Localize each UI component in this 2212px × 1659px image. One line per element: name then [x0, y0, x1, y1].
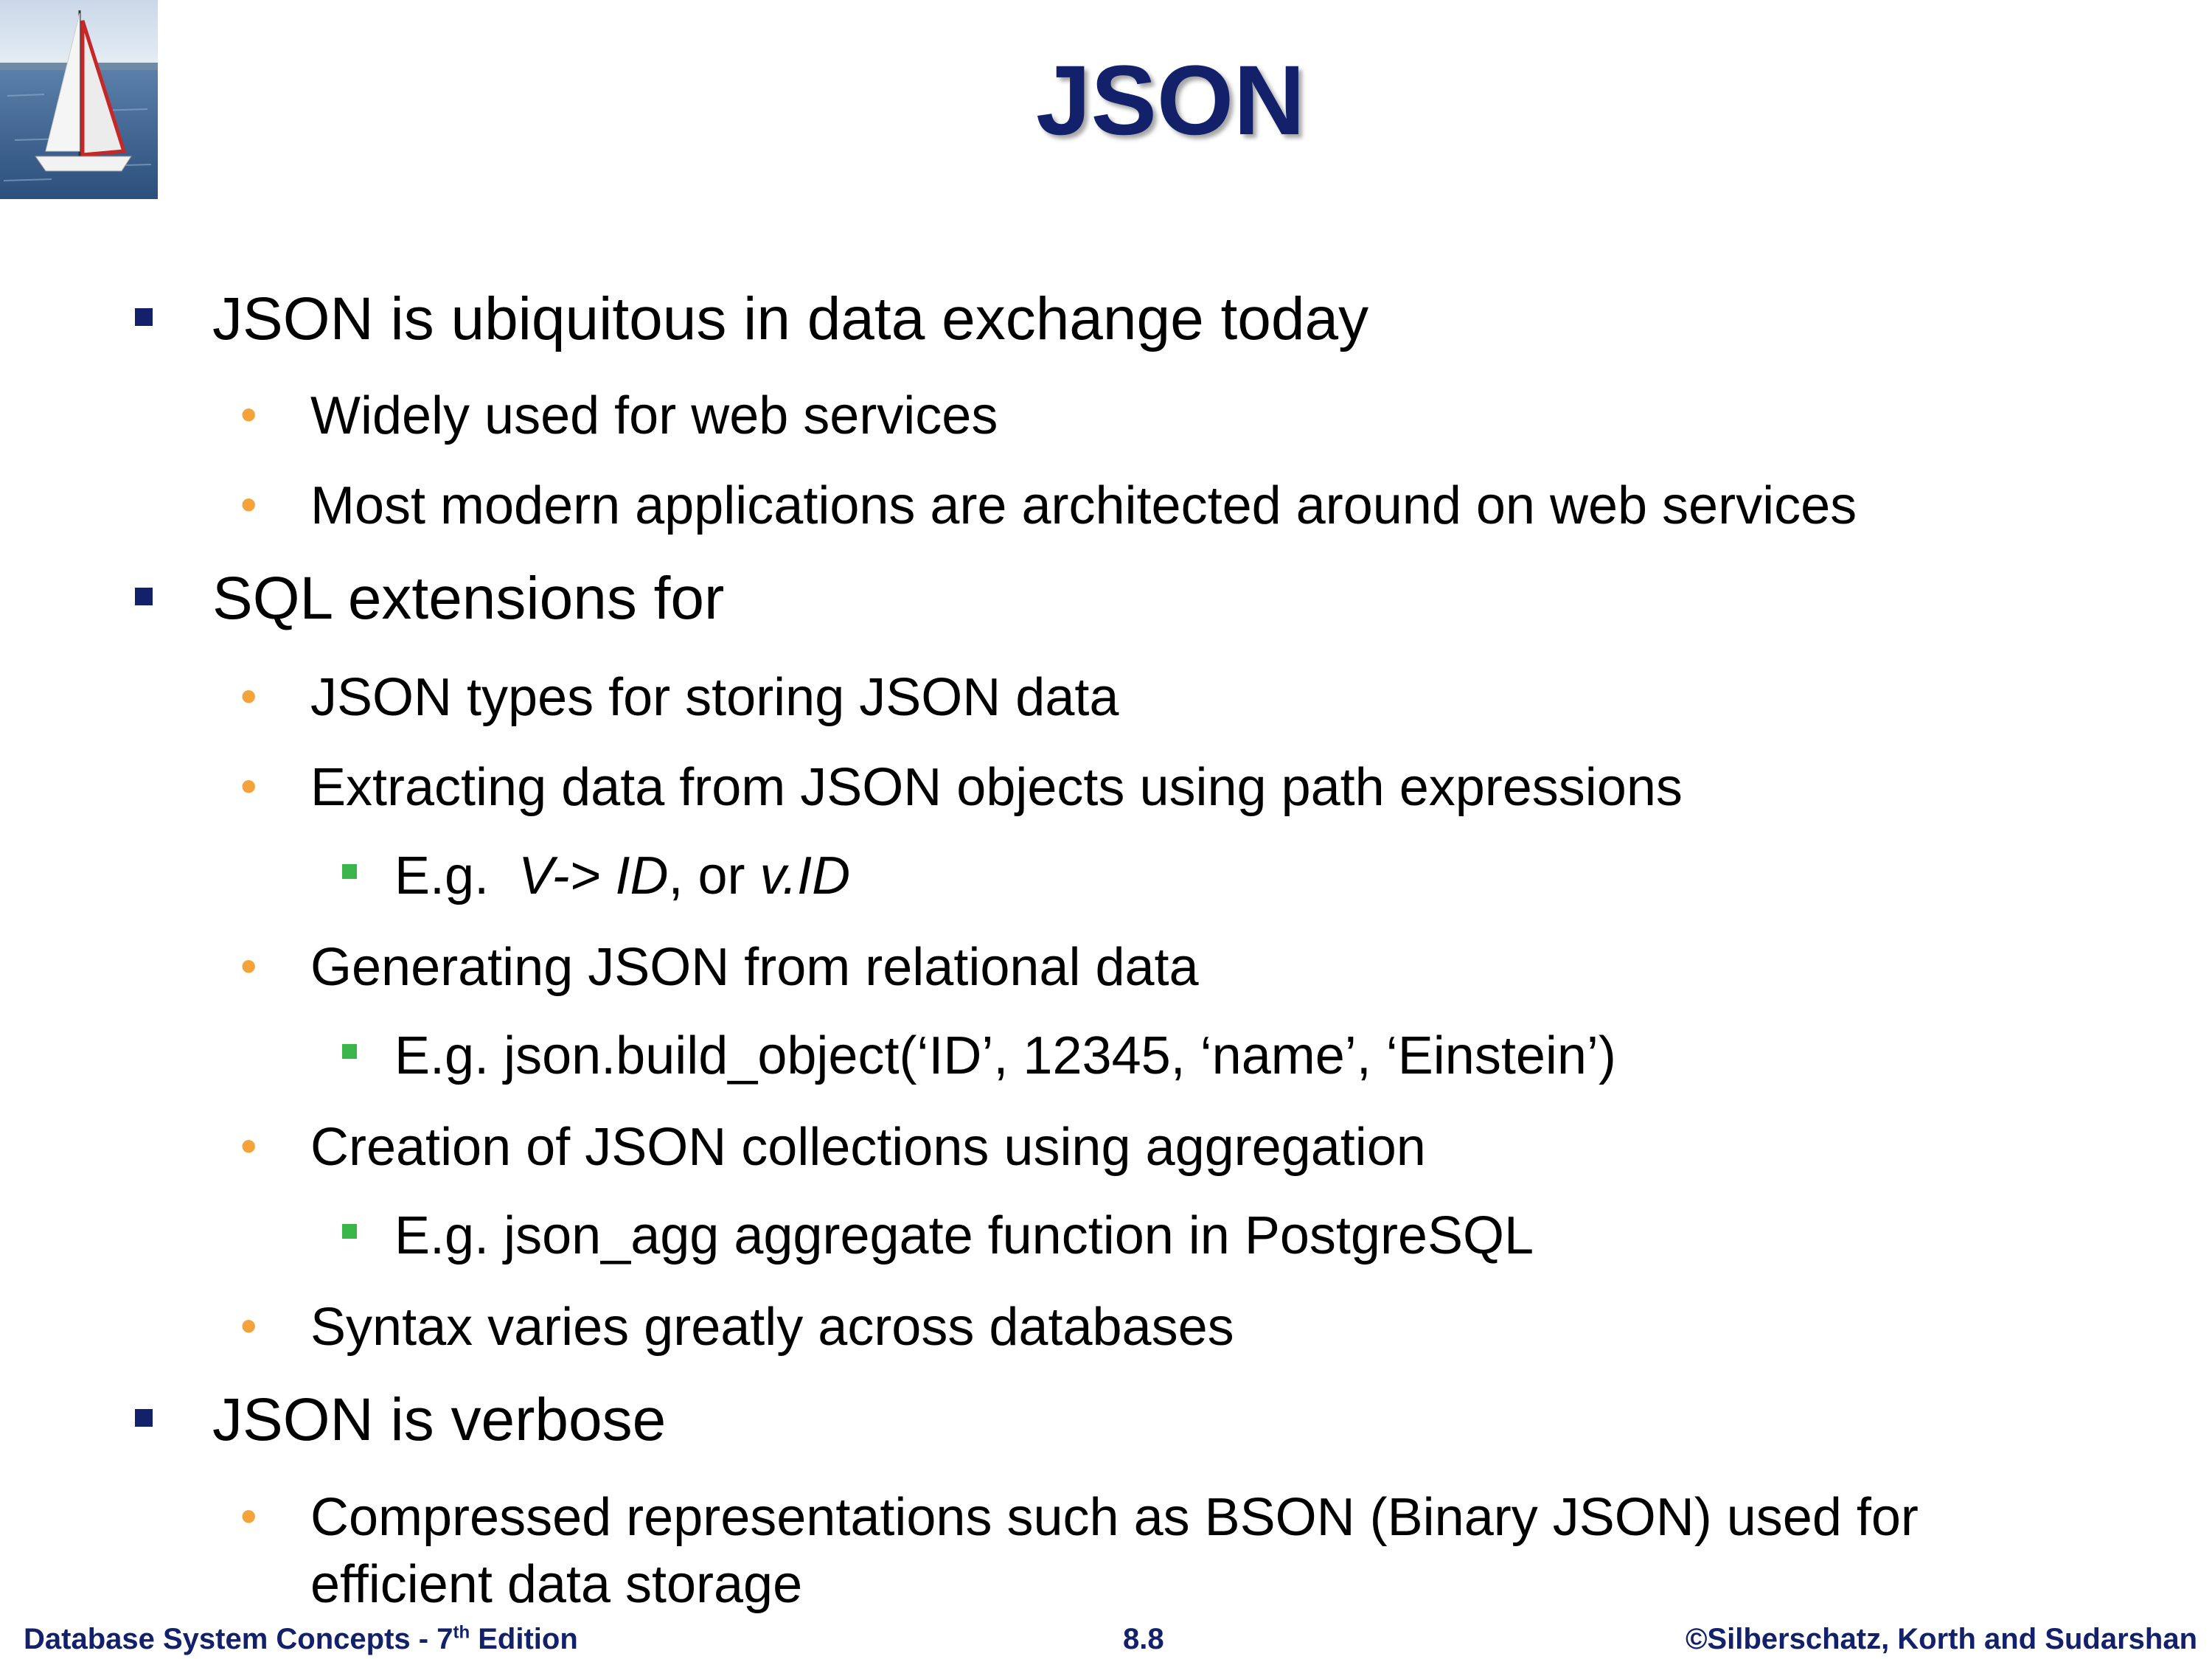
example-or: , or — [668, 846, 760, 905]
level2-bullet-dot: • — [240, 759, 257, 813]
bullet-modern-applications: Most modern applications are architected… — [310, 476, 1857, 535]
bullet-generating-json: Generating JSON from relational data — [310, 938, 1199, 997]
example-dot-expression: v.ID — [759, 846, 851, 905]
level3-bullet-square — [342, 864, 357, 879]
bullet-json-types: JSON types for storing JSON data — [310, 668, 1119, 727]
level2-bullet-dot: • — [240, 1489, 257, 1543]
level2-bullet-dot: • — [240, 1299, 257, 1352]
footer-slide-number: 8.8 — [1123, 1623, 1164, 1655]
example-prefix: E.g. — [394, 846, 519, 905]
bullet-json-verbose: JSON is verbose — [212, 1386, 667, 1453]
level3-bullet-square — [342, 1044, 357, 1059]
footer-book-title: Database System Concepts - 7th Edition — [24, 1624, 578, 1654]
example-build-object: E.g. json.build_object(‘ID’, 12345, ‘nam… — [394, 1026, 1616, 1085]
bullet-json-ubiquitous: JSON is ubiquitous in data exchange toda… — [212, 285, 1369, 352]
level2-bullet-dot: • — [240, 388, 257, 441]
footer-copyright: ©Silberschatz, Korth and Sudarshan — [1685, 1623, 2197, 1655]
level2-bullet-dot: • — [240, 478, 257, 531]
level2-bullet-dot: • — [240, 939, 257, 992]
bullet-syntax-varies: Syntax varies greatly across databases — [310, 1298, 1234, 1357]
slide-title: JSON — [1036, 46, 1305, 156]
level1-bullet-square — [135, 588, 153, 605]
footer-title-end: Edition — [470, 1623, 578, 1655]
bullet-extracting-data: Extracting data from JSON objects using … — [310, 758, 1683, 817]
level1-bullet-square — [135, 1409, 153, 1427]
example-path-expressions: E.g. V-> ID, or v.ID — [394, 849, 850, 902]
bullet-compressed-line2: efficient data storage — [310, 1555, 803, 1614]
bullet-compressed-line1: Compressed representations such as BSON … — [310, 1488, 1919, 1547]
level2-bullet-dot: • — [240, 1119, 257, 1172]
level3-bullet-square — [342, 1224, 357, 1239]
level2-bullet-dot: • — [240, 669, 257, 723]
bullet-sql-extensions: SQL extensions for — [212, 565, 725, 632]
sailboat-logo-image — [0, 0, 158, 199]
bullet-web-services: Widely used for web services — [310, 386, 998, 445]
example-json-agg: E.g. json_agg aggregate function in Post… — [394, 1206, 1534, 1265]
bullet-json-collections: Creation of JSON collections using aggre… — [310, 1118, 1426, 1177]
footer-title-main: Database System Concepts - 7 — [24, 1623, 453, 1655]
footer-title-superscript: th — [453, 1622, 470, 1643]
level1-bullet-square — [135, 308, 153, 326]
example-arrow-expression: V-> ID — [518, 846, 669, 905]
